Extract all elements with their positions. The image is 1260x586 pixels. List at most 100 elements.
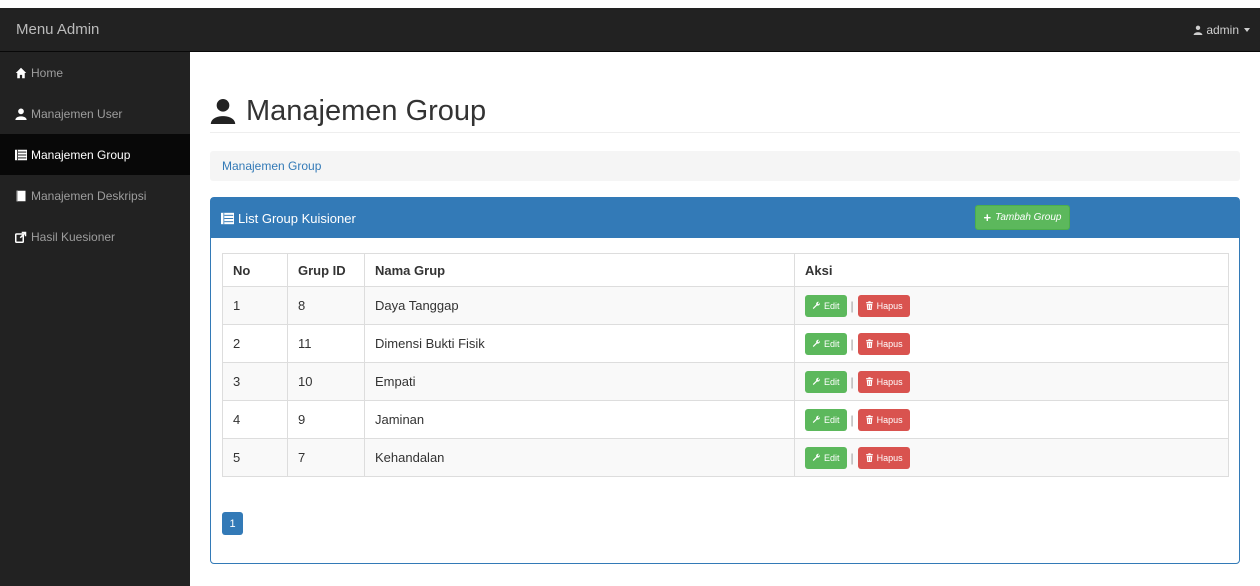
wrench-icon bbox=[812, 301, 821, 310]
delete-button[interactable]: Hapus bbox=[857, 370, 910, 393]
delete-button[interactable]: Hapus bbox=[857, 332, 910, 355]
row-actions: Edit | Hapus bbox=[805, 446, 1218, 469]
panel-title: List Group Kuisioner bbox=[238, 210, 356, 226]
sidebar-item-home[interactable]: Home bbox=[0, 52, 190, 93]
cell-no: 4 bbox=[222, 400, 288, 439]
cell-no: 2 bbox=[222, 324, 288, 363]
cell-grup-id: 10 bbox=[287, 362, 365, 401]
user-menu[interactable]: admin bbox=[1193, 8, 1250, 52]
cell-grup-id: 9 bbox=[287, 400, 365, 439]
cell-no: 5 bbox=[222, 438, 288, 477]
group-table: No Grup ID Nama Grup Aksi 1 8 Daya Tanggap… bbox=[222, 253, 1229, 477]
top-navbar: Menu Admin admin bbox=[0, 0, 1260, 52]
user-icon bbox=[210, 98, 236, 124]
brand-title[interactable]: Menu Admin bbox=[16, 8, 99, 52]
cell-nama-grup: Dimensi Bukti Fisik bbox=[364, 324, 795, 363]
user-icon bbox=[1193, 25, 1203, 35]
breadcrumb: Manajemen Group bbox=[210, 151, 1240, 181]
edit-label: Edit bbox=[824, 414, 840, 425]
caret-down-icon bbox=[1244, 28, 1250, 32]
action-separator: | bbox=[850, 412, 854, 427]
header-aksi: Aksi bbox=[794, 253, 1229, 287]
delete-label: Hapus bbox=[876, 376, 903, 387]
edit-label: Edit bbox=[824, 376, 840, 387]
row-actions: Edit | Hapus bbox=[805, 332, 1218, 355]
edit-label: Edit bbox=[824, 452, 840, 463]
wrench-icon bbox=[812, 339, 821, 348]
action-separator: | bbox=[850, 450, 854, 465]
table-header-row: No Grup ID Nama Grup Aksi bbox=[222, 253, 1229, 287]
cell-aksi: Edit | Hapus bbox=[794, 324, 1229, 363]
delete-label: Hapus bbox=[876, 300, 903, 311]
cell-aksi: Edit | Hapus bbox=[794, 438, 1229, 477]
wrench-icon bbox=[812, 415, 821, 424]
edit-button[interactable]: Edit bbox=[805, 294, 847, 317]
sidebar-item-label: Home bbox=[31, 65, 64, 80]
add-group-label: Tambah Group bbox=[995, 212, 1062, 223]
cell-grup-id: 7 bbox=[287, 438, 365, 477]
sidebar-item-label: Manajemen Deskripsi bbox=[31, 188, 147, 203]
edit-button[interactable]: Edit bbox=[805, 408, 847, 431]
action-separator: | bbox=[850, 336, 854, 351]
edit-button[interactable]: Edit bbox=[805, 370, 847, 393]
delete-button[interactable]: Hapus bbox=[857, 408, 910, 431]
book-icon bbox=[16, 190, 26, 201]
plus-icon: + bbox=[983, 210, 992, 225]
cell-aksi: Edit | Hapus bbox=[794, 400, 1229, 439]
group-list-panel: List Group Kuisioner + Tambah Group No G… bbox=[210, 197, 1240, 564]
page-title: Manajemen Group bbox=[246, 95, 487, 127]
delete-button[interactable]: Hapus bbox=[857, 446, 910, 469]
sidebar-item-label: Hasil Kuesioner bbox=[31, 229, 116, 244]
cell-nama-grup: Jaminan bbox=[364, 400, 795, 439]
table-row: 1 8 Daya Tanggap Edit | Hapus bbox=[222, 286, 1229, 325]
cell-nama-grup: Kehandalan bbox=[364, 438, 795, 477]
pagination-page-1[interactable]: 1 bbox=[222, 512, 243, 535]
action-separator: | bbox=[850, 374, 854, 389]
cell-aksi: Edit | Hapus bbox=[794, 286, 1229, 325]
sidebar-item-manajemen-group[interactable]: Manajemen Group bbox=[0, 134, 190, 175]
breadcrumb-link[interactable]: Manajemen Group bbox=[222, 159, 321, 173]
wrench-icon bbox=[812, 453, 821, 462]
delete-label: Hapus bbox=[876, 414, 903, 425]
user-menu-label: admin bbox=[1206, 23, 1239, 37]
sidebar-item-label: Manajemen User bbox=[31, 106, 123, 121]
edit-button[interactable]: Edit bbox=[805, 332, 847, 355]
edit-label: Edit bbox=[824, 300, 840, 311]
trash-icon bbox=[865, 415, 874, 424]
user-icon bbox=[15, 108, 27, 120]
sidebar: Home Manajemen User Manajemen Group Mana… bbox=[0, 52, 190, 586]
panel-heading: List Group Kuisioner + Tambah Group bbox=[211, 198, 1239, 238]
delete-label: Hapus bbox=[876, 452, 903, 463]
list-icon bbox=[221, 212, 234, 224]
add-group-button[interactable]: + Tambah Group bbox=[975, 205, 1070, 230]
main-content: Manajemen Group Manajemen Group List Gro… bbox=[190, 52, 1260, 586]
trash-icon bbox=[865, 339, 874, 348]
sidebar-item-manajemen-deskripsi[interactable]: Manajemen Deskripsi bbox=[0, 175, 190, 216]
table-row: 3 10 Empati Edit | Hapus bbox=[222, 362, 1229, 401]
edit-label: Edit bbox=[824, 338, 840, 349]
cell-grup-id: 8 bbox=[287, 286, 365, 325]
row-actions: Edit | Hapus bbox=[805, 294, 1218, 317]
trash-icon bbox=[865, 301, 874, 310]
cell-nama-grup: Empati bbox=[364, 362, 795, 401]
trash-icon bbox=[865, 453, 874, 462]
sidebar-item-manajemen-user[interactable]: Manajemen User bbox=[0, 93, 190, 134]
sidebar-item-label: Manajemen Group bbox=[31, 147, 131, 162]
cell-aksi: Edit | Hapus bbox=[794, 362, 1229, 401]
cell-grup-id: 11 bbox=[287, 324, 365, 363]
home-icon bbox=[15, 67, 27, 78]
sidebar-item-hasil-kuesioner[interactable]: Hasil Kuesioner bbox=[0, 216, 190, 257]
table-row: 2 11 Dimensi Bukti Fisik Edit | Hapus bbox=[222, 324, 1229, 363]
edit-button[interactable]: Edit bbox=[805, 446, 847, 469]
header-grup-id: Grup ID bbox=[287, 253, 365, 287]
header-no: No bbox=[222, 253, 288, 287]
table-row: 5 7 Kehandalan Edit | Hapus bbox=[222, 438, 1229, 477]
list-icon bbox=[15, 149, 27, 160]
table-row: 4 9 Jaminan Edit | Hapus bbox=[222, 400, 1229, 439]
share-icon bbox=[15, 231, 27, 243]
cell-no: 3 bbox=[222, 362, 288, 401]
wrench-icon bbox=[812, 377, 821, 386]
action-separator: | bbox=[850, 298, 854, 313]
navbar-bar: Menu Admin admin bbox=[0, 8, 1260, 52]
delete-button[interactable]: Hapus bbox=[857, 294, 910, 317]
